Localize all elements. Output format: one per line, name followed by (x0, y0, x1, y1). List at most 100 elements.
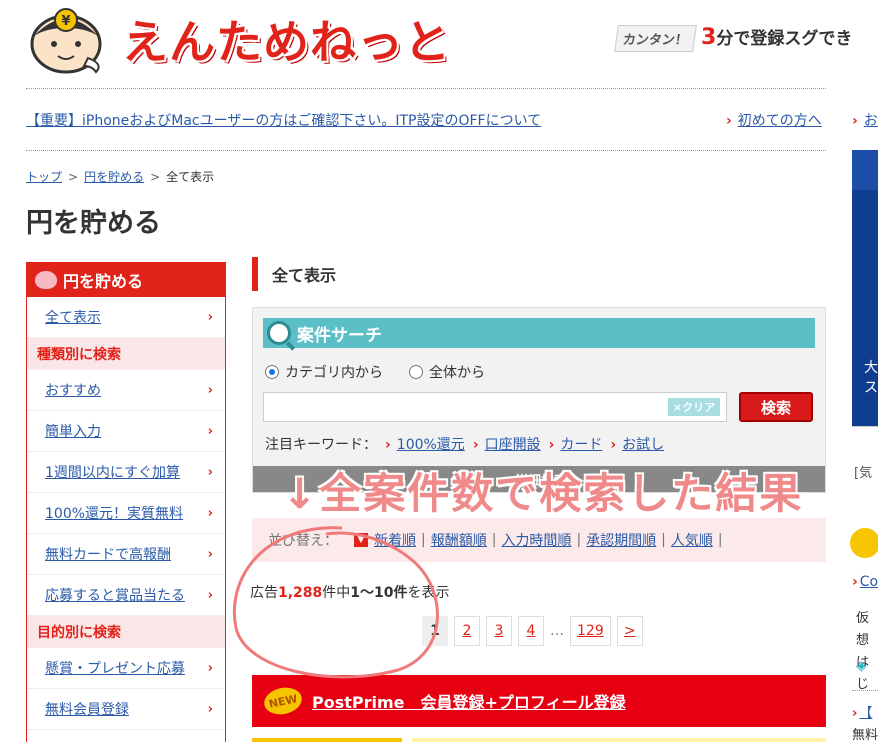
first-time-link[interactable]: 初めての方へ (738, 113, 822, 129)
chevron-right-icon: › (472, 437, 479, 453)
chevron-right-icon: › (852, 574, 858, 590)
keywords-label: 注目キーワード： (265, 437, 377, 453)
edge-link[interactable]: お (864, 113, 878, 129)
side-link-item[interactable]: › 【 (852, 702, 872, 721)
sidebar-item-free-card[interactable]: 無料カードで高報酬 › (27, 534, 225, 575)
itp-notice-link[interactable]: 【重要】iPhoneおよびMacユーザーの方はご確認下さい。ITP設定のOFFに… (26, 110, 541, 130)
page-link[interactable]: 2 (454, 616, 480, 646)
sidebar-item-label[interactable]: 100%還元！実質無料 (45, 503, 183, 523)
keyword-item[interactable]: › カード (549, 434, 603, 454)
pickup-badge-icon (850, 528, 878, 558)
keyword-link[interactable]: お試し (622, 437, 664, 453)
sidebar-header: 円を貯める (27, 263, 225, 297)
sidebar-item-label[interactable]: 無料会員登録 (45, 699, 129, 719)
chevron-right-icon: › (207, 701, 213, 717)
chevron-right-icon: › (207, 382, 213, 398)
side-text: 仮想 はじ (856, 611, 870, 692)
breadcrumb-top[interactable]: トップ (26, 170, 62, 184)
keyword-item[interactable]: › 100%還元 (385, 434, 465, 454)
keyword-link[interactable]: 100%還元 (397, 437, 465, 453)
keyword-item[interactable]: › 口座開設 (473, 434, 541, 454)
keyword-link[interactable]: 口座開設 (485, 437, 541, 453)
sidebar-section-purpose: 目的別に検索 (27, 616, 225, 648)
edge-nav[interactable]: › お (852, 110, 878, 130)
offer-title-link[interactable]: PostPrime 会員登録+プロフィール登録 (312, 689, 626, 713)
chevron-right-icon: › (548, 437, 555, 453)
page-title: 円を貯める (26, 208, 161, 239)
breadcrumb-separator: > (150, 170, 161, 184)
chevron-right-icon: › (207, 309, 213, 325)
sort-input-time[interactable]: 入力時間順 (501, 530, 571, 550)
chevron-right-icon: › (207, 587, 213, 603)
svg-text:¥: ¥ (61, 14, 70, 29)
page-link[interactable]: 4 (518, 616, 544, 646)
radio-category-label[interactable]: カテゴリ内から (285, 362, 383, 382)
magnifier-icon (267, 321, 291, 345)
chevron-right-icon: › (207, 464, 213, 480)
page-next[interactable]: > (616, 616, 643, 646)
sidebar-header-label: 円を貯める (63, 272, 144, 291)
piggy-bank-icon (35, 271, 57, 289)
header-tagline: カンタン！ 3分で登録スグでき (614, 24, 853, 52)
keyword-link[interactable]: カード (560, 437, 602, 453)
first-time-nav[interactable]: › 初めての方へ (726, 110, 822, 130)
side-banner[interactable]: 大 ス (852, 150, 878, 456)
radio-all[interactable] (409, 365, 423, 379)
section-title: 全て表示 (252, 257, 336, 291)
tagline-rest: 分で登録スグでき (716, 29, 853, 49)
chevron-right-icon: › (852, 706, 858, 721)
side-text: 無料 (852, 728, 878, 742)
sidebar-item-within-week[interactable]: 1週間以内にすぐ加算 › (27, 452, 225, 493)
sidebar-item-label[interactable]: おすすめ (45, 380, 101, 400)
sidebar-item-prize[interactable]: 応募すると賞品当たる › (27, 575, 225, 616)
offer-strip (412, 738, 826, 742)
diamond-icon: ◈ (856, 658, 867, 674)
search-button[interactable]: 検索 (739, 392, 813, 422)
sidebar-item-recommended[interactable]: おすすめ › (27, 370, 225, 411)
sidebar-item-full-refund[interactable]: 100%還元！実質無料 › (27, 493, 225, 534)
sidebar-item-label[interactable]: 全て表示 (45, 307, 101, 327)
chevron-right-icon: › (726, 113, 732, 129)
divider (26, 150, 826, 151)
sidebar-item-easy-input[interactable]: 簡単入力 › (27, 411, 225, 452)
side-link[interactable]: Co (860, 574, 878, 590)
sort-approval[interactable]: 承認期間順 (586, 530, 656, 550)
divider (26, 88, 826, 89)
divider (852, 690, 878, 691)
chevron-right-icon: › (852, 113, 858, 129)
radio-category[interactable] (265, 365, 279, 379)
chevron-right-icon: › (385, 437, 391, 453)
site-logo[interactable]: えんためねっと (122, 6, 451, 72)
sidebar-item-label[interactable]: 懸賞・プレゼント応募 (45, 658, 185, 678)
radio-all-label[interactable]: 全体から (429, 362, 485, 382)
page-link[interactable]: 3 (486, 616, 512, 646)
sidebar-item-all[interactable]: 全て表示 › (27, 297, 225, 338)
breadcrumb-current: 全て表示 (166, 170, 215, 184)
sidebar-item-label[interactable]: 1週間以内にすぐ加算 (45, 462, 180, 482)
chevron-right-icon: › (207, 423, 213, 439)
pagination: 1 2 3 4 … 129 > (422, 616, 643, 646)
sidebar-section-type: 種類別に検索 (27, 338, 225, 370)
annotation-text: ↓全案件数で検索した結果 (282, 469, 804, 518)
keyword-item[interactable]: › お試し (610, 434, 664, 454)
clear-button[interactable]: ×クリア (668, 398, 720, 416)
sidebar-item-label[interactable]: 簡単入力 (45, 421, 101, 441)
featured-keywords: 注目キーワード： › 100%還元 › 口座開設 › カード › お試し (265, 434, 664, 454)
side-link-item[interactable]: › Co (852, 574, 878, 590)
chevron-right-icon: › (207, 546, 213, 562)
breadcrumb-separator: > (68, 170, 79, 184)
sidebar-item-label[interactable]: 応募すると賞品当たる (45, 585, 185, 605)
page-last[interactable]: 129 (570, 616, 611, 646)
breadcrumb-save[interactable]: 円を貯める (84, 170, 144, 184)
page-ellipsis: … (550, 623, 564, 639)
search-input[interactable]: ×クリア (263, 392, 727, 422)
side-small-text: [気 (854, 466, 873, 481)
breadcrumb: トップ > 円を貯める > 全て表示 (26, 168, 214, 185)
search-scope: カテゴリ内から 全体から (265, 362, 485, 382)
annotation-circle (233, 526, 439, 679)
sidebar-item-label[interactable]: 無料カードで高報酬 (45, 544, 171, 564)
sort-popular[interactable]: 人気順 (671, 530, 713, 550)
sidebar-item-sweepstakes[interactable]: 懸賞・プレゼント応募 › (27, 648, 225, 689)
sidebar-item-free-member[interactable]: 無料会員登録 › (27, 689, 225, 730)
side-link[interactable]: 【 (859, 706, 872, 721)
